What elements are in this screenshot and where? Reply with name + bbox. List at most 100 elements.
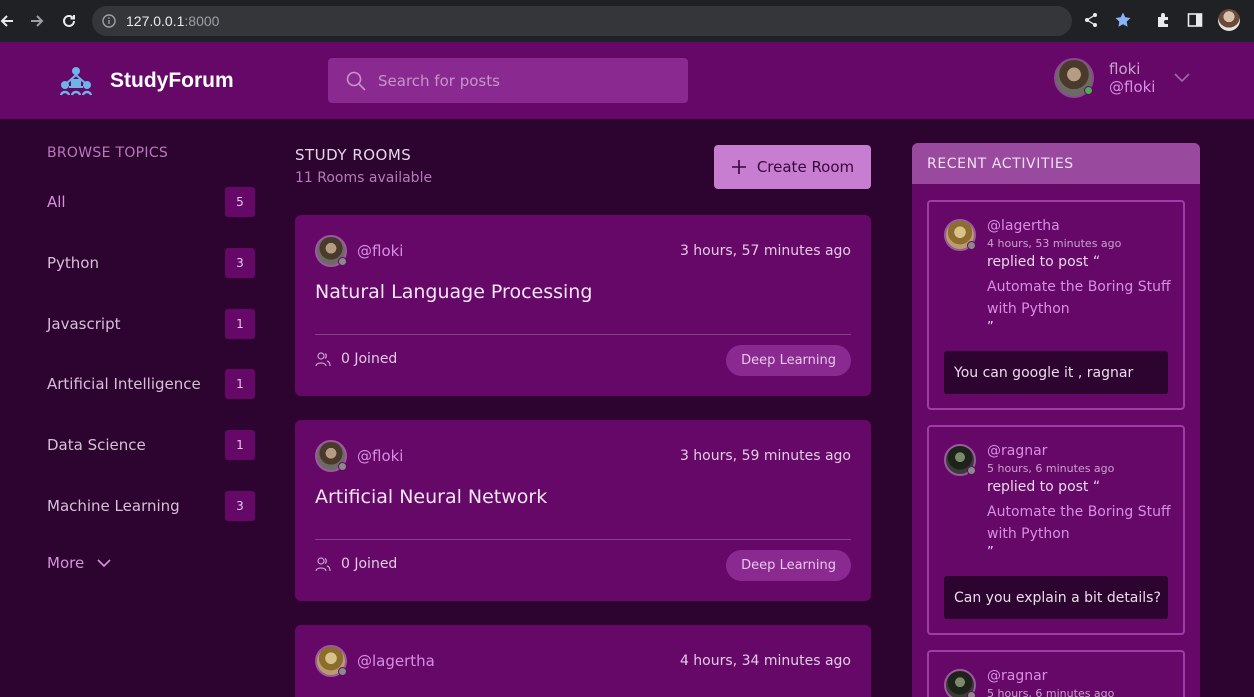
activity-item: @ragnar 5 hours, 6 minutes ago replied t… [927,425,1185,635]
recent-activities-panel: RECENT ACTIVITIES @lagertha 4 hours, 53 … [912,143,1200,697]
extensions-button[interactable] [1154,11,1172,29]
room-host[interactable]: @floki [315,235,403,267]
more-topics-link[interactable]: More [47,554,112,572]
host-avatar[interactable] [315,645,347,677]
topic-tag[interactable]: Deep Learning [726,345,851,376]
activity-quote-end: ” [987,545,994,560]
room-host[interactable]: @floki [315,440,403,472]
activity-user[interactable]: @lagertha [987,218,1060,234]
room-time: 4 hours, 34 minutes ago [679,653,851,669]
user-menu[interactable]: floki @floki [1054,58,1191,98]
status-dot [967,241,976,250]
chevron-down-icon [1174,73,1191,83]
room-host[interactable]: @lagertha [315,645,435,677]
logo[interactable]: StudyForum [58,64,234,98]
room-card[interactable]: @floki 3 hours, 59 minutes ago Artificia… [295,420,871,601]
topic-python[interactable]: Python 3 [47,248,255,278]
side-panel-button[interactable] [1186,11,1204,29]
rooms-title: STUDY ROOMS [295,146,412,164]
create-room-button[interactable]: Create Room [714,145,871,189]
search-input[interactable] [378,71,668,90]
room-card[interactable]: @lagertha 4 hours, 34 minutes ago [295,625,871,697]
url-text: 127.0.0.1:8000 [126,13,219,29]
sidebar-title: BROWSE TOPICS [47,145,169,161]
activities-title: RECENT ACTIVITIES [912,143,1200,184]
share-icon [1085,13,1097,27]
activity-avatar[interactable] [944,669,976,697]
topic-count-badge: 1 [225,430,255,460]
status-dot [967,466,976,475]
room-joined: 0 Joined [315,351,397,367]
room-title[interactable]: Artificial Neural Network [315,486,547,508]
topic-tag[interactable]: Deep Learning [726,550,851,581]
topic-count-badge: 3 [225,491,255,521]
back-button[interactable] [0,10,18,32]
browser-toolbar: 127.0.0.1:8000 [0,0,1254,42]
browser-profile-avatar[interactable] [1218,9,1240,31]
topic-label: All [47,193,66,211]
reload-icon [63,14,75,27]
plus-icon [731,160,746,174]
topic-machine-learning[interactable]: Machine Learning 3 [47,491,255,521]
search-bar[interactable] [328,58,688,103]
activity-avatar[interactable] [944,444,976,476]
create-room-label: Create Room [756,158,855,176]
topic-javascript[interactable]: Javascript 1 [47,309,255,339]
room-time: 3 hours, 59 minutes ago [679,448,851,464]
topic-count-badge: 1 [225,369,255,399]
host-avatar[interactable] [315,440,347,472]
activity-message: Can you explain a bit details? [944,576,1168,619]
topic-data-science[interactable]: Data Science 1 [47,430,255,460]
activity-message: You can google it , ragnar [944,351,1168,394]
activity-post-link[interactable]: Automate the Boring Stuff with Python [987,276,1177,320]
activity-action: replied to post “ [987,479,1101,495]
topic-label: Artificial Intelligence [47,375,201,393]
activity-time: 5 hours, 6 minutes ago [987,687,1115,697]
side-panel-icon [1187,13,1203,27]
reload-button[interactable] [58,10,80,32]
star-icon [1115,12,1131,27]
status-dot [338,257,347,266]
status-dot [338,667,347,676]
forward-button[interactable] [26,10,48,32]
room-title[interactable]: Natural Language Processing [315,281,592,303]
host-name[interactable]: @floki [357,242,403,260]
activity-time: 5 hours, 6 minutes ago [987,462,1115,475]
user-avatar[interactable] [1054,58,1094,98]
bookmark-button[interactable] [1114,11,1132,29]
topic-all[interactable]: All 5 [47,187,255,217]
info-icon [102,14,116,28]
activity-quote-end: ” [987,320,994,335]
host-avatar[interactable] [315,235,347,267]
url-host: 127.0.0.1 [126,13,185,29]
room-card[interactable]: @floki 3 hours, 57 minutes ago Natural L… [295,215,871,396]
topic-count-badge: 5 [225,187,255,217]
status-dot [338,462,347,471]
topic-label: Data Science [47,436,146,454]
share-button[interactable] [1082,11,1100,29]
room-time: 3 hours, 57 minutes ago [679,243,851,259]
chevron-down-icon [97,559,111,568]
activity-user[interactable]: @ragnar [987,443,1047,459]
address-bar[interactable]: 127.0.0.1:8000 [92,6,1072,36]
topic-count-badge: 1 [225,309,255,339]
host-name[interactable]: @floki [357,447,403,465]
topic-count-badge: 3 [225,248,255,278]
topic-label: Python [47,254,99,272]
more-label: More [47,554,85,572]
users-icon [315,351,331,366]
activity-time: 4 hours, 53 minutes ago [987,237,1122,250]
topic-artificial-intelligence[interactable]: Artificial Intelligence 1 [47,369,255,399]
search-icon [346,71,366,91]
host-name[interactable]: @lagertha [357,652,435,670]
activity-avatar[interactable] [944,219,976,251]
logo-icon [59,67,93,96]
status-dot [967,691,976,697]
room-joined: 0 Joined [315,556,397,572]
activity-action: replied to post “ [987,254,1101,270]
topic-label: Machine Learning [47,497,180,515]
activity-post-link[interactable]: Automate the Boring Stuff with Python [987,501,1177,545]
online-status-dot [1084,86,1093,95]
rooms-count: 11 Rooms available [295,170,433,186]
activity-user[interactable]: @ragnar [987,668,1047,684]
